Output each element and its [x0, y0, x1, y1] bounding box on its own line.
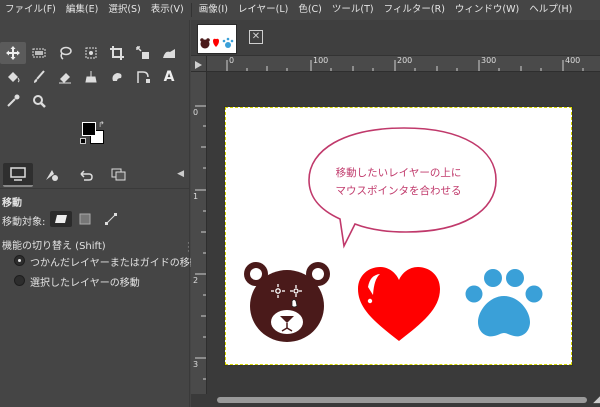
undo-history-tab[interactable]: [71, 163, 101, 187]
menubar: ファイル(F) 編集(E) 選択(S) 表示(V) 画像(I) レイヤー(L) …: [0, 0, 600, 20]
pick-layer-radio[interactable]: [14, 255, 25, 266]
color-picker-icon[interactable]: [0, 90, 26, 112]
menu-image[interactable]: 画像(I): [194, 0, 233, 20]
move-active-layer-radio[interactable]: [14, 275, 25, 286]
tool-options-tab[interactable]: [3, 163, 33, 187]
move-icon[interactable]: [0, 42, 26, 64]
layer-mode-button[interactable]: [50, 211, 72, 227]
navigate-icon[interactable]: [191, 394, 207, 407]
horizontal-scrollbar-thumb[interactable]: [217, 397, 587, 403]
foreground-color-swatch[interactable]: [82, 122, 96, 136]
bubble-text: 移動したいレイヤーの上に マウスポインタを合わせる: [226, 164, 571, 200]
hruler-label: 100: [313, 56, 329, 65]
close-image-icon[interactable]: ✕: [249, 30, 263, 44]
menu-color[interactable]: 色(C): [293, 0, 327, 20]
vruler-label: 3: [193, 360, 199, 369]
path-icon[interactable]: [130, 66, 156, 88]
crop-icon[interactable]: [104, 42, 130, 64]
menu-filters[interactable]: フィルター(R): [379, 0, 450, 20]
bubble-line-2: マウスポインタを合わせる: [335, 185, 462, 197]
tool-row-3: [0, 90, 52, 112]
bubble-line-1: 移動したいレイヤーの上に: [335, 167, 462, 179]
selection-mode-button[interactable]: [76, 211, 94, 227]
hruler-label: 300: [481, 56, 497, 65]
menu-help[interactable]: ヘルプ(H): [524, 0, 577, 20]
toggle-label: 機能の切り替え (Shift): [2, 241, 106, 252]
image-tabs: ✕: [191, 20, 600, 56]
tool-row-2: A: [0, 66, 182, 88]
hruler-label: 0: [229, 56, 235, 65]
pick-layer-label: つかんだレイヤーまたはガイドの移動: [30, 258, 200, 269]
menu-view[interactable]: 表示(V): [146, 0, 189, 20]
fg-bg-colors[interactable]: ↱: [80, 120, 110, 150]
reset-colors-icon[interactable]: [80, 138, 86, 144]
heart-icon: [358, 267, 440, 341]
paw-icon: [465, 269, 543, 337]
hruler-label: 400: [565, 56, 581, 65]
unified-transform-icon[interactable]: [130, 42, 156, 64]
rect-select-icon[interactable]: [26, 42, 52, 64]
canvas-area: 0 100 200 300 400 0 1 2 3 移動したいレイヤーの上に マ…: [191, 56, 600, 407]
horizontal-ruler[interactable]: 0 100 200 300 400: [207, 56, 600, 72]
menu-file[interactable]: ファイル(F): [0, 0, 61, 20]
vruler-label: 2: [193, 276, 199, 285]
vertical-ruler[interactable]: 0 1 2 3: [191, 72, 207, 394]
path-mode-button[interactable]: [102, 211, 120, 227]
paintbrush-icon[interactable]: [26, 66, 52, 88]
dock-resize-handle[interactable]: · · ·: [187, 240, 190, 257]
zoom-follow-icon[interactable]: ◢: [593, 395, 600, 405]
menu-windows[interactable]: ウィンドウ(W): [450, 0, 524, 20]
lasso-icon[interactable]: [52, 42, 78, 64]
hruler-label: 200: [397, 56, 413, 65]
image-thumbnail-tab[interactable]: [197, 24, 237, 54]
bucket-fill-icon[interactable]: [0, 66, 26, 88]
vruler-label: 1: [193, 192, 199, 201]
images-tab[interactable]: [104, 163, 134, 187]
move-target-label: 移動対象:: [2, 217, 46, 228]
menu-edit[interactable]: 編集(E): [61, 0, 103, 20]
quick-mask-toggle[interactable]: [191, 56, 207, 72]
menu-separator: [190, 3, 192, 17]
move-active-layer-label: 選択したレイヤーの移動: [30, 278, 140, 289]
dock-tabs: ◀: [0, 161, 190, 189]
tool-options-title: 移動: [2, 198, 22, 209]
device-status-tab[interactable]: [37, 163, 67, 187]
horizontal-scrollbar[interactable]: ◢: [207, 394, 600, 407]
panel-menu-icon[interactable]: ◀: [177, 169, 184, 179]
image-canvas[interactable]: 移動したいレイヤーの上に マウスポインタを合わせる: [224, 106, 573, 366]
vruler-label: 0: [193, 108, 199, 117]
tool-row-1: [0, 42, 182, 64]
menu-tools[interactable]: ツール(T): [327, 0, 379, 20]
toolbox-panel: A ↱ ◀ 移動 移動対象: 機能の切り替え (Shift) つかんだレイヤーま…: [0, 20, 200, 407]
swap-colors-icon[interactable]: ↱: [98, 120, 105, 129]
smudge-icon[interactable]: [104, 66, 130, 88]
clone-icon[interactable]: [78, 66, 104, 88]
zoom-icon[interactable]: [26, 90, 52, 112]
menu-layer[interactable]: レイヤー(L): [233, 0, 293, 20]
menu-select[interactable]: 選択(S): [103, 0, 145, 20]
eraser-icon[interactable]: [52, 66, 78, 88]
warp-icon[interactable]: [156, 42, 182, 64]
fuzzy-select-icon[interactable]: [78, 42, 104, 64]
text-icon[interactable]: A: [156, 66, 182, 88]
bear-icon: [244, 262, 330, 342]
